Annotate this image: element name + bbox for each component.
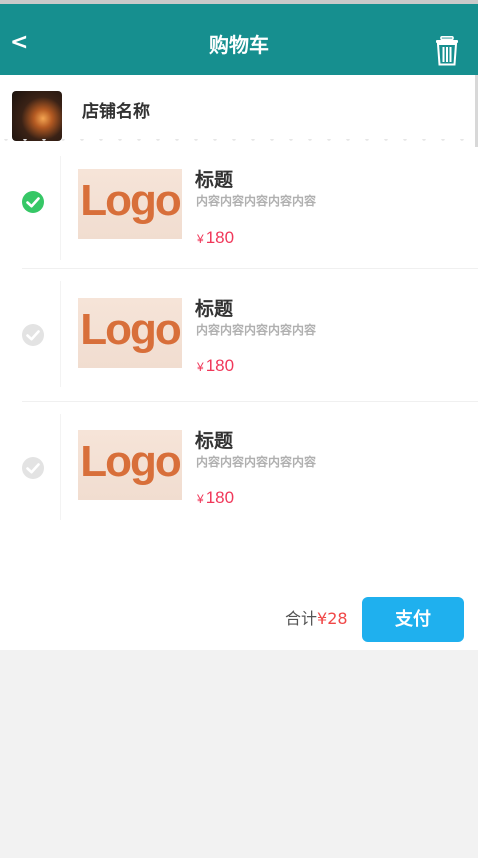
cart-item: Logo 标题 内容内容内容内容内容 ¥180 — [0, 402, 478, 522]
product-image[interactable]: Logo — [78, 169, 182, 239]
page-title: 购物车 — [209, 33, 269, 57]
shop-avatar — [12, 91, 62, 141]
logo-text: Logo — [80, 305, 181, 354]
price-value: 180 — [205, 356, 235, 375]
item-separator — [60, 156, 61, 260]
item-separator — [60, 414, 61, 520]
total-label: 合计 — [285, 609, 318, 628]
shop-name: 店铺名称 — [82, 102, 150, 122]
total-summary: 合计¥28 — [285, 607, 348, 631]
app-header: < 购物车 — [0, 4, 478, 75]
product-image[interactable]: Logo — [78, 298, 182, 368]
price-value: 180 — [205, 228, 235, 247]
item-price: ¥180 — [197, 355, 234, 377]
cart-item: Logo 标题 内容内容内容内容内容 ¥180 — [0, 269, 478, 389]
item-description: 内容内容内容内容内容 — [196, 323, 317, 337]
item-description: 内容内容内容内容内容 — [196, 194, 317, 208]
item-title: 标题 — [195, 169, 234, 191]
shop-divider — [0, 139, 478, 149]
unchecked-icon[interactable] — [21, 456, 45, 480]
cart-item: Logo 标题 内容内容内容内容内容 ¥180 — [0, 150, 478, 270]
product-image[interactable]: Logo — [78, 430, 182, 500]
currency-symbol: ¥ — [197, 232, 204, 246]
total-amount: ¥28 — [317, 609, 348, 628]
shop-header[interactable]: 店铺名称 — [0, 75, 478, 147]
logo-text: Logo — [80, 437, 181, 486]
item-separator — [60, 281, 61, 387]
item-description: 内容内容内容内容内容 — [196, 455, 317, 469]
logo-text: Logo — [80, 176, 181, 225]
trash-icon[interactable] — [435, 36, 459, 66]
checked-icon[interactable] — [21, 190, 45, 214]
item-title: 标题 — [195, 430, 234, 452]
currency-symbol: ¥ — [197, 492, 204, 506]
currency-symbol: ¥ — [197, 360, 204, 374]
item-title: 标题 — [195, 298, 234, 320]
pay-button[interactable]: 支付 — [362, 597, 464, 642]
item-price: ¥180 — [197, 227, 234, 249]
item-price: ¥180 — [197, 487, 234, 509]
price-value: 180 — [205, 488, 235, 507]
unchecked-icon[interactable] — [21, 323, 45, 347]
